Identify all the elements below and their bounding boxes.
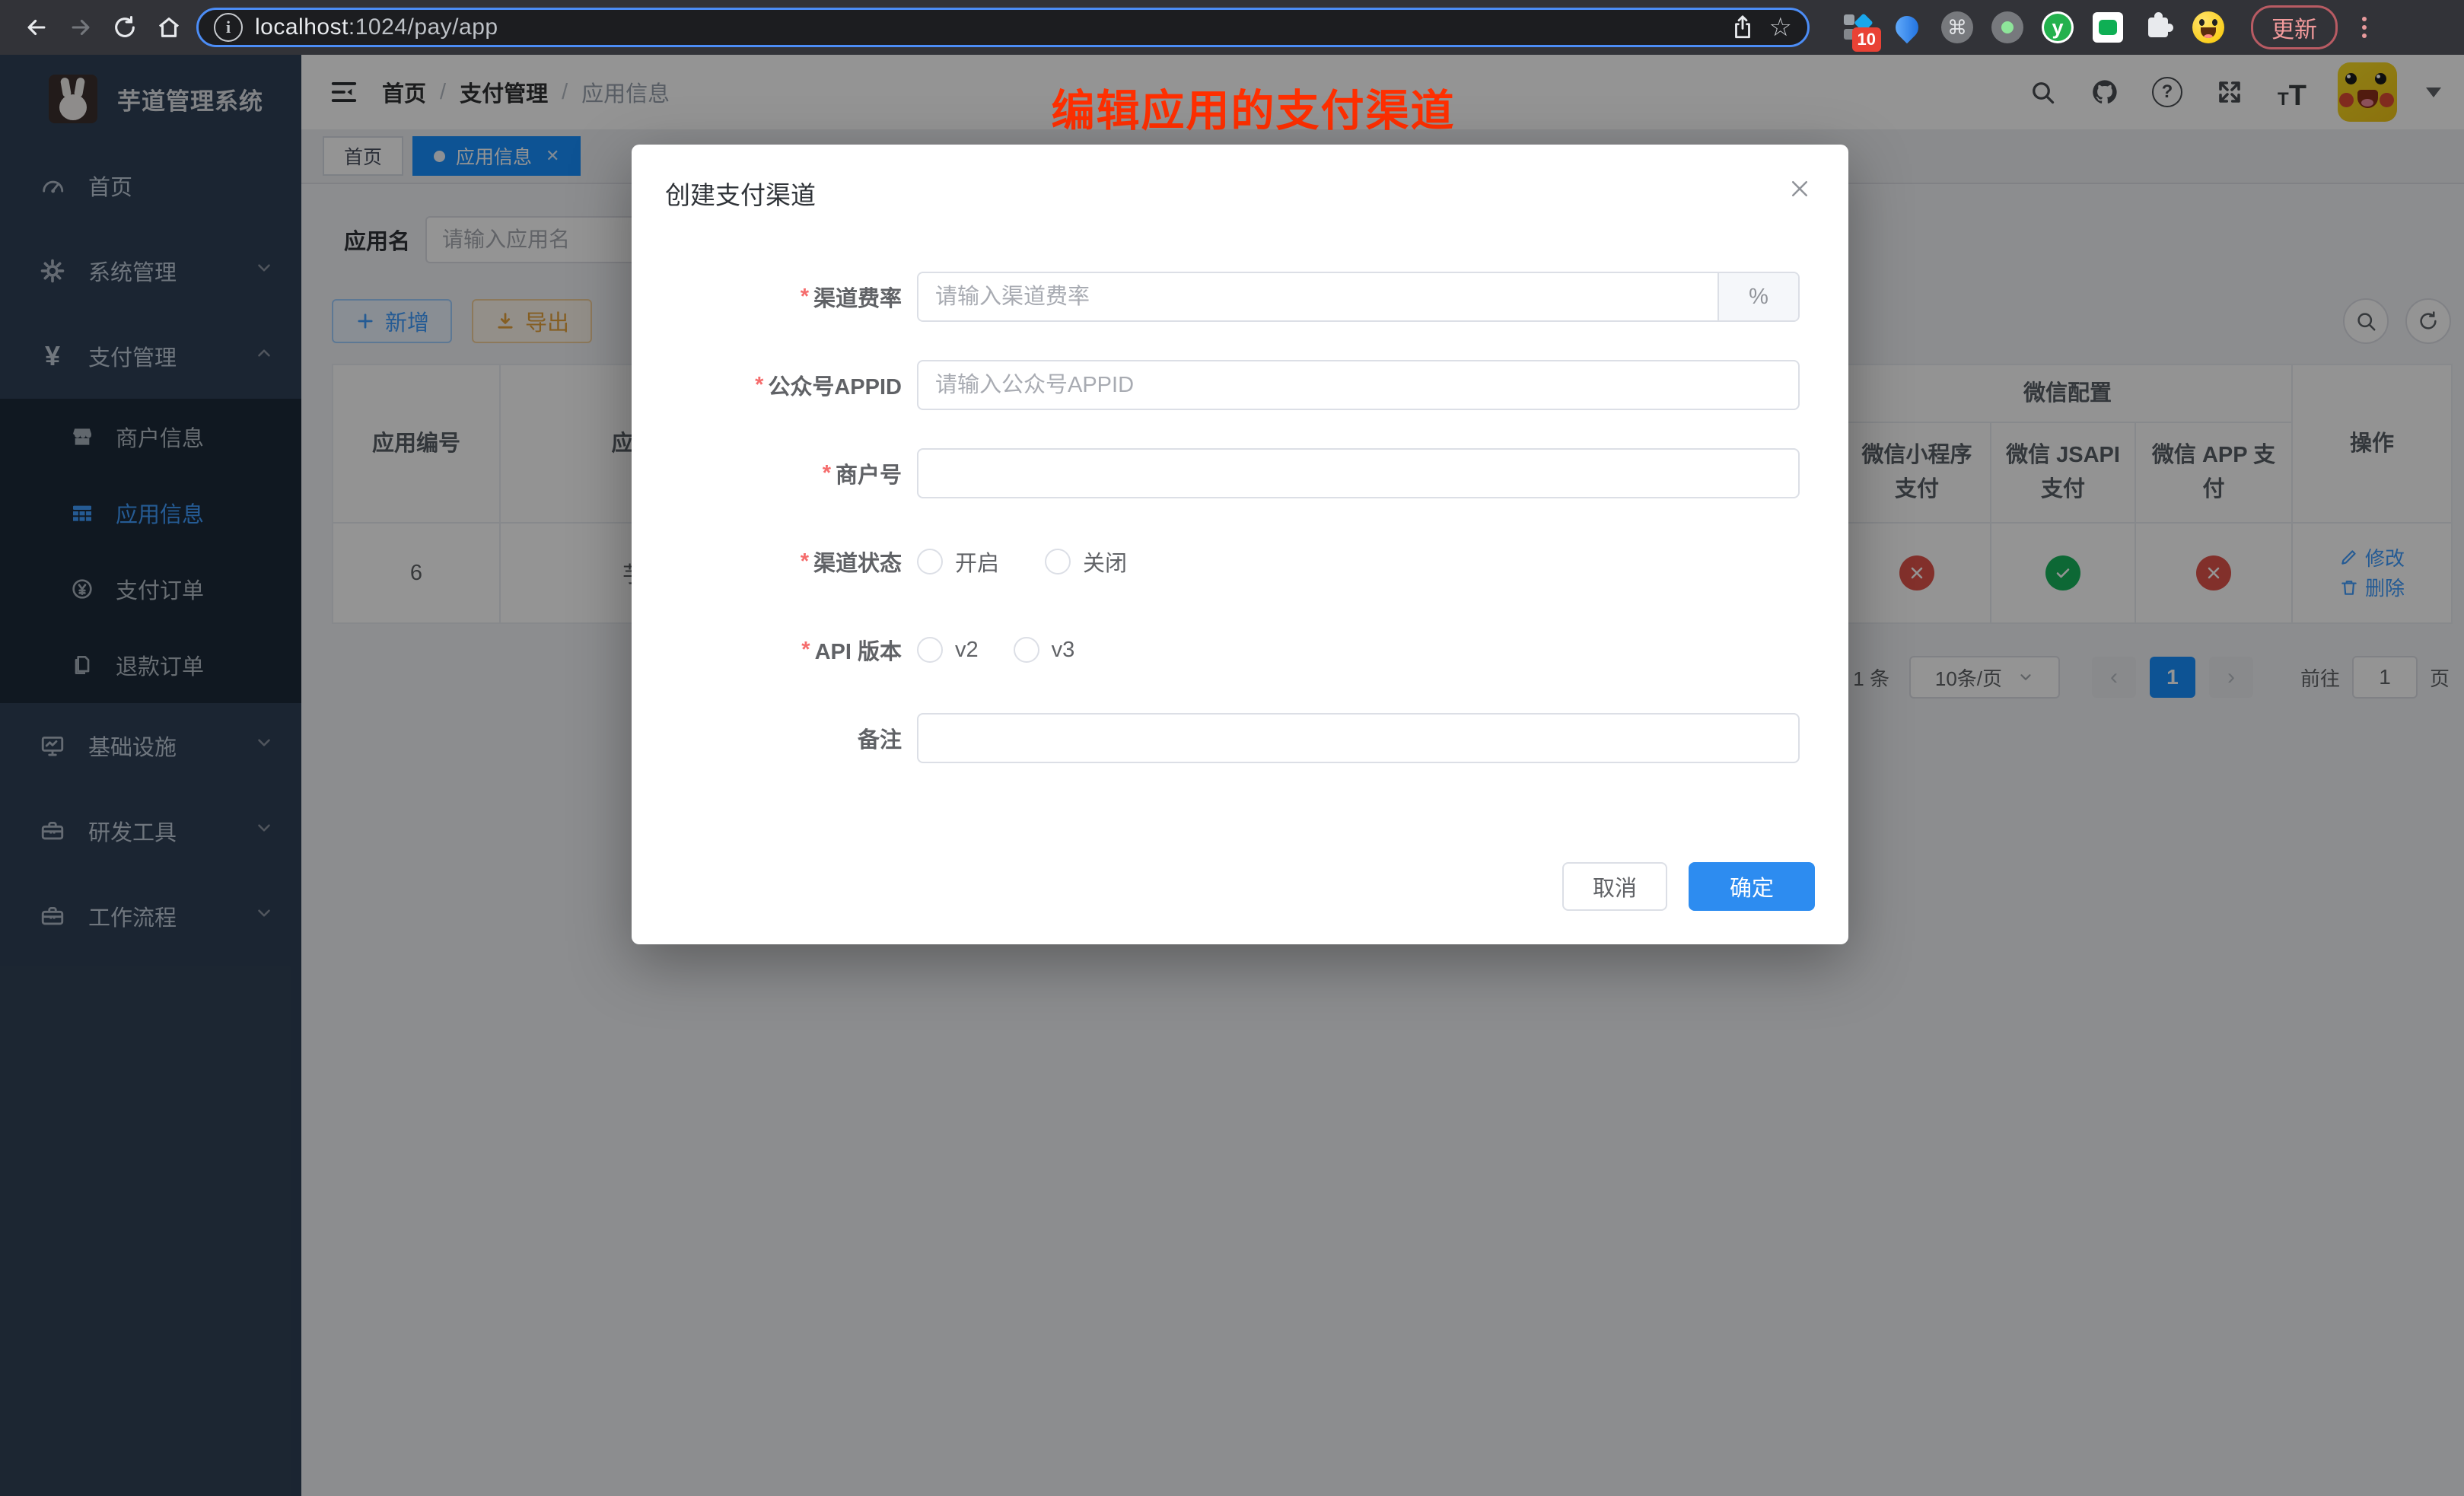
back-icon[interactable] [20, 11, 53, 44]
form-row-status: *渠道状态 开启 关闭 [632, 536, 1815, 587]
extension-chat-icon[interactable] [2091, 11, 2125, 44]
radio-circle-icon [1045, 549, 1071, 575]
annotation-text: 编辑应用的支付渠道 [1052, 76, 1456, 138]
confirm-button[interactable]: 确定 [1689, 862, 1815, 911]
close-icon[interactable] [1783, 172, 1816, 205]
reload-icon[interactable] [108, 11, 142, 44]
form-row-remark: 备注 [632, 713, 1815, 763]
forward-icon[interactable] [64, 11, 97, 44]
extension-balloon-icon[interactable] [1890, 11, 1924, 44]
required-asterisk: * [801, 638, 810, 663]
rate-suffix: % [1717, 273, 1798, 320]
form-row-merchant: *商户号 [632, 448, 1815, 498]
required-asterisk: * [755, 373, 763, 398]
api-version-label: API 版本 [815, 634, 902, 666]
extension-command-icon[interactable]: ⌘ [1940, 11, 1974, 44]
required-asterisk: * [801, 549, 809, 575]
status-label: 渠道状态 [813, 546, 902, 578]
browser-update-button[interactable]: 更新 [2251, 5, 2338, 49]
dialog-title: 创建支付渠道 [665, 175, 816, 212]
url-bar[interactable]: i localhost:1024/pay/app ☆ [196, 8, 1810, 47]
form-row-appid: *公众号APPID [632, 360, 1815, 410]
browser-profile-avatar[interactable] [2192, 11, 2225, 44]
url-text: localhost:1024/pay/app [255, 14, 498, 40]
create-pay-channel-dialog: 创建支付渠道 *渠道费率 % *公众号APPID [632, 145, 1848, 944]
merchant-input[interactable] [917, 448, 1800, 498]
remark-label: 备注 [858, 722, 902, 754]
appid-input[interactable] [917, 360, 1800, 410]
api-v3-radio[interactable]: v3 [1014, 637, 1075, 663]
api-v2-radio[interactable]: v2 [917, 637, 979, 663]
remark-input[interactable] [917, 713, 1800, 763]
radio-circle-icon [1014, 637, 1039, 663]
extension-dot-icon[interactable] [1991, 11, 2024, 44]
rate-label: 渠道费率 [813, 281, 902, 313]
extensions-puzzle-icon[interactable] [2141, 11, 2175, 44]
extensions-row: 10 ⌘ y [1840, 11, 2225, 44]
extension-badge: 10 [1852, 27, 1881, 52]
cancel-button[interactable]: 取消 [1562, 862, 1667, 911]
merchant-label: 商户号 [836, 457, 902, 489]
dialog-form: *渠道费率 % *公众号APPID *商户号 [632, 272, 1815, 801]
extension-grid-icon[interactable]: 10 [1840, 11, 1873, 44]
screen: i localhost:1024/pay/app ☆ 10 ⌘ y 更新 [0, 0, 2464, 1496]
form-row-api-version: *API 版本 v2 v3 [632, 625, 1815, 675]
required-asterisk: * [823, 461, 831, 486]
rate-input[interactable] [918, 273, 1717, 320]
site-info-icon[interactable]: i [214, 13, 243, 42]
extension-y-icon[interactable]: y [2041, 11, 2074, 44]
share-icon[interactable] [1728, 13, 1757, 42]
required-asterisk: * [801, 285, 809, 310]
home-icon[interactable] [152, 11, 186, 44]
radio-circle-icon [917, 637, 943, 663]
browser-toolbar: i localhost:1024/pay/app ☆ 10 ⌘ y 更新 [0, 0, 2464, 55]
dialog-footer: 取消 确定 [1562, 862, 1815, 911]
status-off-radio[interactable]: 关闭 [1045, 546, 1127, 578]
browser-menu-icon[interactable] [2359, 14, 2370, 41]
form-row-rate: *渠道费率 % [632, 272, 1815, 322]
bookmark-star-icon[interactable]: ☆ [1769, 14, 1792, 40]
radio-circle-icon [917, 549, 943, 575]
status-on-radio[interactable]: 开启 [917, 546, 999, 578]
appid-label: 公众号APPID [768, 369, 902, 401]
